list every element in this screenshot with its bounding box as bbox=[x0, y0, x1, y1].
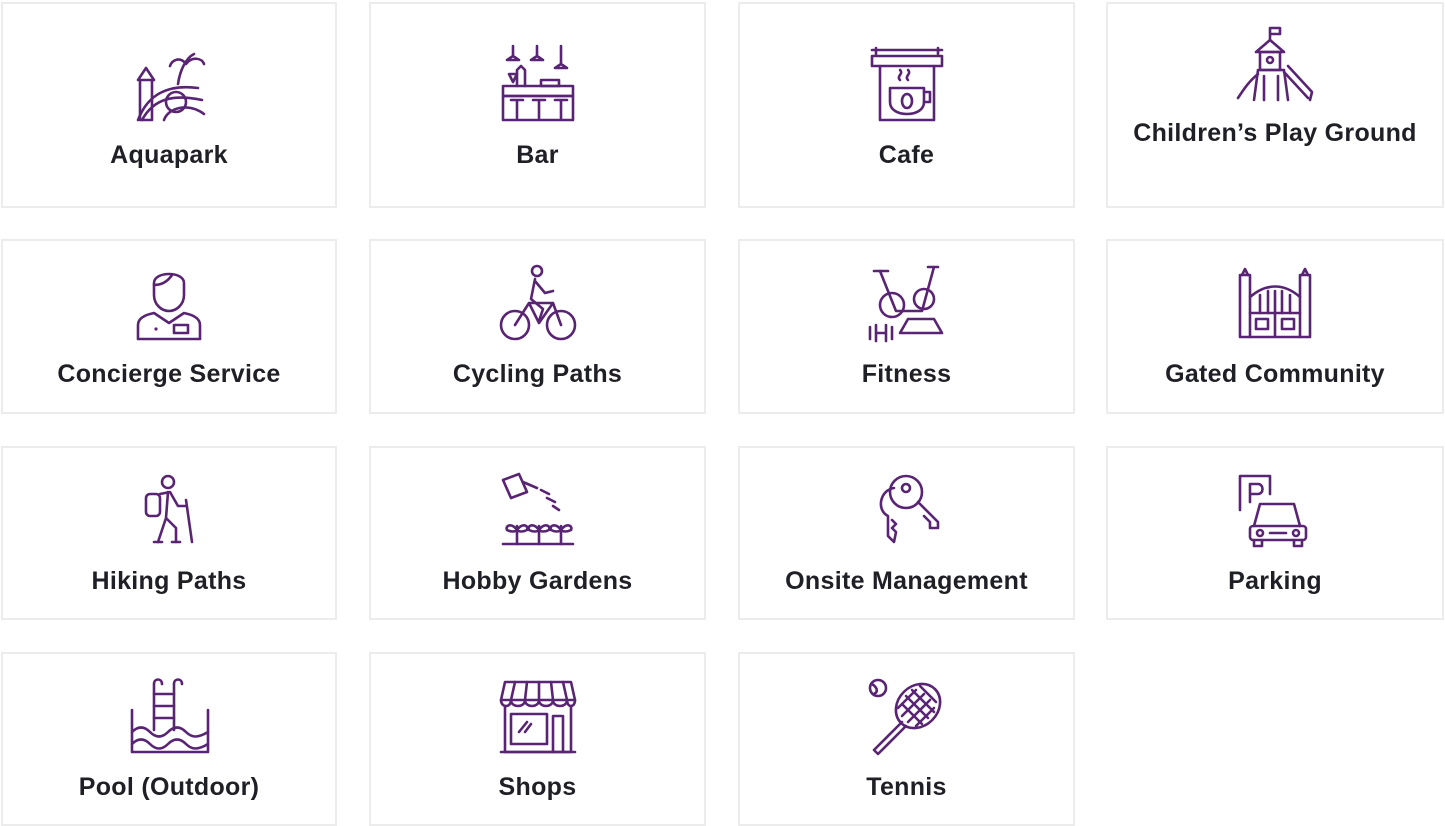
cyclist-icon bbox=[497, 263, 579, 345]
keys-icon bbox=[866, 470, 948, 552]
amenity-label: Tennis bbox=[866, 773, 947, 801]
playground-icon bbox=[1234, 26, 1316, 108]
amenity-card-aquapark[interactable]: Aquapark bbox=[1, 2, 337, 208]
amenity-card-hiking-paths[interactable]: Hiking Paths bbox=[1, 446, 337, 620]
amenity-card-parking[interactable]: Parking bbox=[1106, 446, 1444, 620]
amenity-card-shops[interactable]: Shops bbox=[369, 652, 706, 826]
amenity-card-concierge-service[interactable]: Concierge Service bbox=[1, 239, 337, 414]
amenity-card-cycling-paths[interactable]: Cycling Paths bbox=[369, 239, 706, 414]
amenity-card-hobby-gardens[interactable]: Hobby Gardens bbox=[369, 446, 706, 620]
cafe-icon bbox=[866, 44, 948, 126]
amenity-card-childrens-play-ground[interactable]: Children’s Play Ground bbox=[1106, 2, 1444, 208]
aquapark-icon bbox=[128, 44, 210, 126]
amenity-label: Fitness bbox=[861, 360, 952, 388]
watering-can-icon bbox=[497, 470, 579, 552]
amenity-card-bar[interactable]: Bar bbox=[369, 2, 706, 208]
amenity-label: Concierge Service bbox=[57, 360, 281, 388]
amenity-card-cafe[interactable]: Cafe bbox=[738, 2, 1075, 208]
amenity-label: Cafe bbox=[878, 141, 935, 169]
amenity-card-gated-community[interactable]: Gated Community bbox=[1106, 239, 1444, 414]
amenity-label: Pool (Outdoor) bbox=[78, 773, 260, 801]
amenity-label: Hiking Paths bbox=[91, 567, 247, 595]
amenity-label: Bar bbox=[516, 141, 559, 169]
bar-icon bbox=[497, 44, 579, 126]
amenity-label: Hobby Gardens bbox=[442, 567, 633, 595]
amenity-label: Onsite Management bbox=[785, 567, 1028, 595]
storefront-icon bbox=[497, 676, 579, 758]
concierge-icon bbox=[128, 263, 210, 345]
parking-car-icon bbox=[1234, 470, 1316, 552]
pool-ladder-icon bbox=[128, 676, 210, 758]
amenity-card-pool-outdoor[interactable]: Pool (Outdoor) bbox=[1, 652, 337, 826]
gate-icon bbox=[1234, 263, 1316, 345]
amenity-card-onsite-management[interactable]: Onsite Management bbox=[738, 446, 1075, 620]
amenity-label: Shops bbox=[498, 773, 577, 801]
hiker-icon bbox=[128, 470, 210, 552]
tennis-racket-icon bbox=[866, 676, 948, 758]
amenity-card-tennis[interactable]: Tennis bbox=[738, 652, 1075, 826]
amenity-label: Cycling Paths bbox=[452, 360, 623, 388]
amenity-label: Parking bbox=[1228, 567, 1322, 595]
amenity-label: Gated Community bbox=[1165, 360, 1385, 388]
amenity-label: Aquapark bbox=[110, 141, 228, 169]
exercise-bike-icon bbox=[866, 263, 948, 345]
amenity-label: Children’s Play Ground bbox=[1133, 119, 1417, 147]
amenity-card-fitness[interactable]: Fitness bbox=[738, 239, 1075, 414]
